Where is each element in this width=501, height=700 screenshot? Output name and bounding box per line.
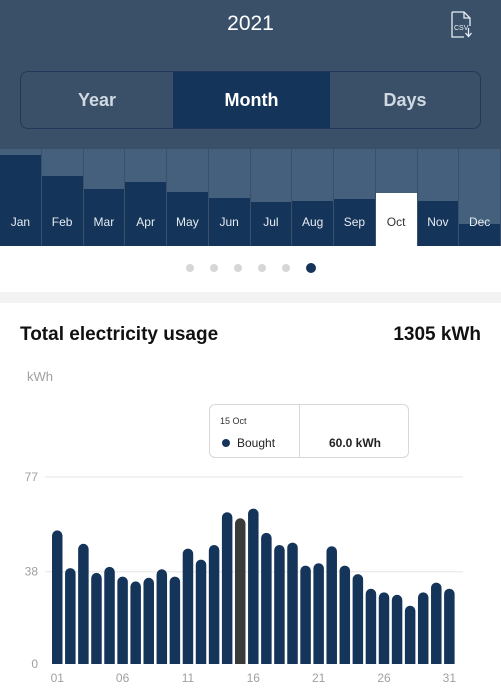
month-usage-bar — [41, 176, 83, 246]
day-bar-26[interactable] — [378, 592, 390, 664]
y-tick-label: 77 — [25, 470, 39, 484]
day-bar-16[interactable] — [248, 508, 259, 664]
day-bar-25[interactable] — [365, 588, 377, 664]
tooltip-series-label: Bought — [237, 436, 276, 450]
month-jan[interactable]: Jan — [0, 149, 42, 246]
legend-dot-icon — [222, 439, 230, 447]
tooltip-date: 15 Oct — [220, 416, 247, 426]
day-bar-13[interactable] — [208, 545, 220, 664]
page-dot[interactable] — [209, 264, 218, 272]
chart-tooltip: 15 Oct Bought 60.0 kWh — [209, 404, 409, 458]
month-label: Oct — [386, 215, 406, 229]
total-usage-value: 1305 kWh — [393, 324, 481, 345]
x-tick-label: 21 — [312, 671, 326, 685]
month-label: Jan — [10, 215, 31, 229]
day-bar-06[interactable] — [117, 576, 128, 664]
section-divider — [0, 292, 501, 303]
header: 2021 CSV Year Month Days Jan Feb Mar Apr May… — [0, 0, 501, 246]
month-sep[interactable]: Sep — [334, 149, 376, 246]
day-bar-20[interactable] — [300, 565, 311, 664]
month-label: Apr — [136, 215, 155, 229]
day-bar-12[interactable] — [195, 559, 207, 664]
x-tick-label: 06 — [116, 671, 130, 685]
day-bar-17[interactable] — [261, 532, 272, 664]
month-label: Nov — [427, 215, 449, 229]
tab-year[interactable]: Year — [21, 72, 173, 128]
x-tick-label: 11 — [182, 671, 195, 685]
day-bar-18[interactable] — [274, 545, 285, 664]
page-dot[interactable] — [185, 264, 194, 272]
month-usage-bar — [125, 182, 166, 246]
day-bar-03[interactable] — [78, 543, 89, 664]
day-bar-11[interactable] — [182, 548, 194, 664]
page-indicator — [0, 263, 501, 273]
month-label: Feb — [51, 215, 73, 229]
x-tick-label: 16 — [247, 671, 261, 685]
day-bar-27[interactable] — [391, 594, 403, 664]
x-tick-label: 31 — [443, 671, 457, 685]
day-bar-15[interactable] — [234, 518, 246, 664]
csv-download-button[interactable]: CSV — [450, 11, 476, 41]
day-bar-19[interactable] — [287, 542, 298, 664]
month-label: Mar — [93, 215, 115, 229]
page-dot[interactable] — [305, 263, 316, 273]
y-axis-unit-label: kWh — [27, 369, 53, 384]
month-aug[interactable]: Aug — [292, 149, 334, 246]
x-tick-label: 26 — [377, 671, 391, 685]
y-tick-label: 0 — [31, 657, 38, 671]
month-apr[interactable]: Apr — [125, 149, 167, 246]
month-mar[interactable]: Mar — [83, 149, 126, 246]
page-dot[interactable] — [233, 264, 242, 272]
month-label: Aug — [301, 215, 324, 229]
day-bar-22[interactable] — [326, 546, 337, 664]
csv-download-icon: CSV — [451, 11, 472, 38]
month-may[interactable]: May — [167, 149, 209, 246]
month-label: Dec — [468, 215, 491, 229]
page-dot[interactable] — [257, 264, 266, 272]
day-bar-10[interactable] — [169, 576, 181, 664]
month-usage-bar — [0, 155, 41, 246]
tab-month[interactable]: Month — [173, 72, 330, 128]
month-label: Jun — [219, 215, 239, 229]
month-selector: Jan Feb Mar Apr May Jun Jul Aug Sep Oct Nov Dec — [0, 149, 501, 246]
month-nov[interactable]: Nov — [417, 149, 460, 246]
tooltip-value: 60.0 kWh — [328, 436, 382, 450]
day-bar-02[interactable] — [65, 568, 76, 664]
daily-usage-chart: 0 38 77 01 06 11 16 21 26 31 — [25, 470, 463, 685]
day-bar-30[interactable] — [431, 582, 442, 664]
day-bar-21[interactable] — [313, 563, 324, 664]
chart-title: Total electricity usage — [20, 324, 219, 345]
day-bar-04[interactable] — [91, 572, 102, 664]
tab-days[interactable]: Days — [330, 72, 480, 128]
period-segmented-control: Year Month Days — [20, 71, 481, 129]
month-label: Jul — [263, 215, 279, 229]
page-dot[interactable] — [281, 264, 290, 272]
x-tick-label: 01 — [51, 671, 65, 685]
month-label: Sep — [343, 215, 366, 229]
day-bar-24[interactable] — [352, 574, 364, 664]
year-title: 2021 — [227, 12, 274, 35]
day-bar-05[interactable] — [104, 566, 115, 664]
month-jun[interactable]: Jun — [208, 149, 251, 246]
day-bar-14[interactable] — [221, 512, 233, 664]
svg-text:CSV: CSV — [454, 25, 469, 32]
month-oct[interactable]: Oct — [375, 149, 418, 246]
y-tick-label: 38 — [25, 565, 39, 579]
day-bar-08[interactable] — [143, 577, 154, 664]
month-feb[interactable]: Feb — [41, 149, 84, 246]
day-bar-29[interactable] — [417, 592, 429, 664]
month-jul[interactable]: Jul — [250, 149, 293, 246]
day-bar-28[interactable] — [404, 605, 416, 664]
day-bar-23[interactable] — [339, 565, 351, 664]
month-dec[interactable]: Dec — [459, 149, 501, 246]
day-bar-01[interactable] — [52, 530, 63, 664]
day-bar-07[interactable] — [130, 581, 141, 664]
day-bar-31[interactable] — [444, 588, 455, 664]
month-label: May — [176, 215, 199, 229]
day-bar-09[interactable] — [156, 569, 168, 664]
